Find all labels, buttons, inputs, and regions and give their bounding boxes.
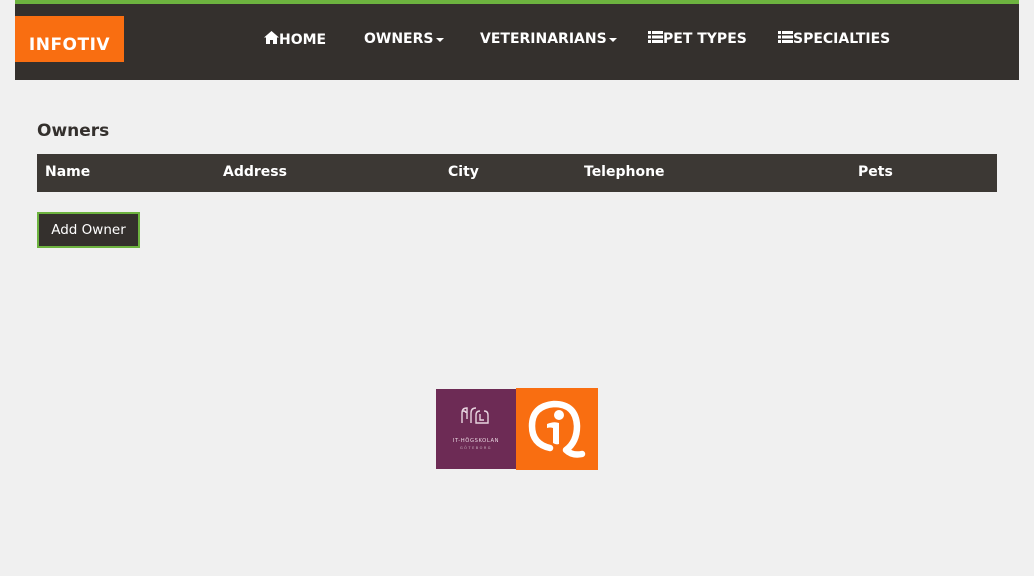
list-icon bbox=[648, 31, 663, 47]
page-title: Owners bbox=[37, 121, 110, 141]
caret-down-icon bbox=[435, 38, 444, 42]
nav-item-veterinarians[interactable]: VETERINARIANS bbox=[480, 31, 617, 47]
nav-item-home-label: HOME bbox=[279, 31, 327, 48]
home-icon bbox=[264, 31, 279, 48]
it-hogskolan-emblem-icon bbox=[461, 407, 489, 424]
column-header-city[interactable]: City bbox=[448, 164, 479, 180]
it-hogskolan-logo: IT-HÖGSKOLAN GÖTEBORG bbox=[436, 389, 516, 469]
nav-item-home[interactable]: HOME bbox=[264, 31, 326, 48]
add-owner-button[interactable]: Add Owner bbox=[37, 212, 140, 248]
list-icon bbox=[778, 31, 793, 47]
nav-item-owners-label: OWNERS bbox=[364, 31, 434, 47]
nav-item-owners[interactable]: OWNERS bbox=[364, 31, 444, 47]
column-header-telephone[interactable]: Telephone bbox=[584, 164, 665, 180]
column-header-pets[interactable]: Pets bbox=[858, 164, 893, 180]
nav-item-specialties[interactable]: SPECIALTIES bbox=[778, 31, 890, 47]
it-hogskolan-line2: GÖTEBORG bbox=[459, 446, 493, 450]
infotiv-logo bbox=[516, 388, 598, 470]
caret-down-icon bbox=[608, 38, 617, 42]
navbar: INFOTIV HOME OWNERS VETERINARIANS PET TY… bbox=[15, 0, 1019, 80]
nav-menu: HOME OWNERS VETERINARIANS PET TYPES SPEC… bbox=[15, 4, 1019, 80]
nav-item-specialties-label: SPECIALTIES bbox=[793, 31, 891, 47]
column-header-name[interactable]: Name bbox=[45, 164, 90, 180]
column-header-address[interactable]: Address bbox=[223, 164, 287, 180]
infotiv-i-icon bbox=[528, 400, 586, 458]
it-hogskolan-line1: IT-HÖGSKOLAN bbox=[452, 438, 500, 444]
nav-item-pet-types-label: PET TYPES bbox=[663, 31, 747, 47]
nav-item-pet-types[interactable]: PET TYPES bbox=[648, 31, 747, 47]
owners-table-header: Name Address City Telephone Pets bbox=[37, 154, 997, 192]
nav-item-veterinarians-label: VETERINARIANS bbox=[480, 31, 607, 47]
